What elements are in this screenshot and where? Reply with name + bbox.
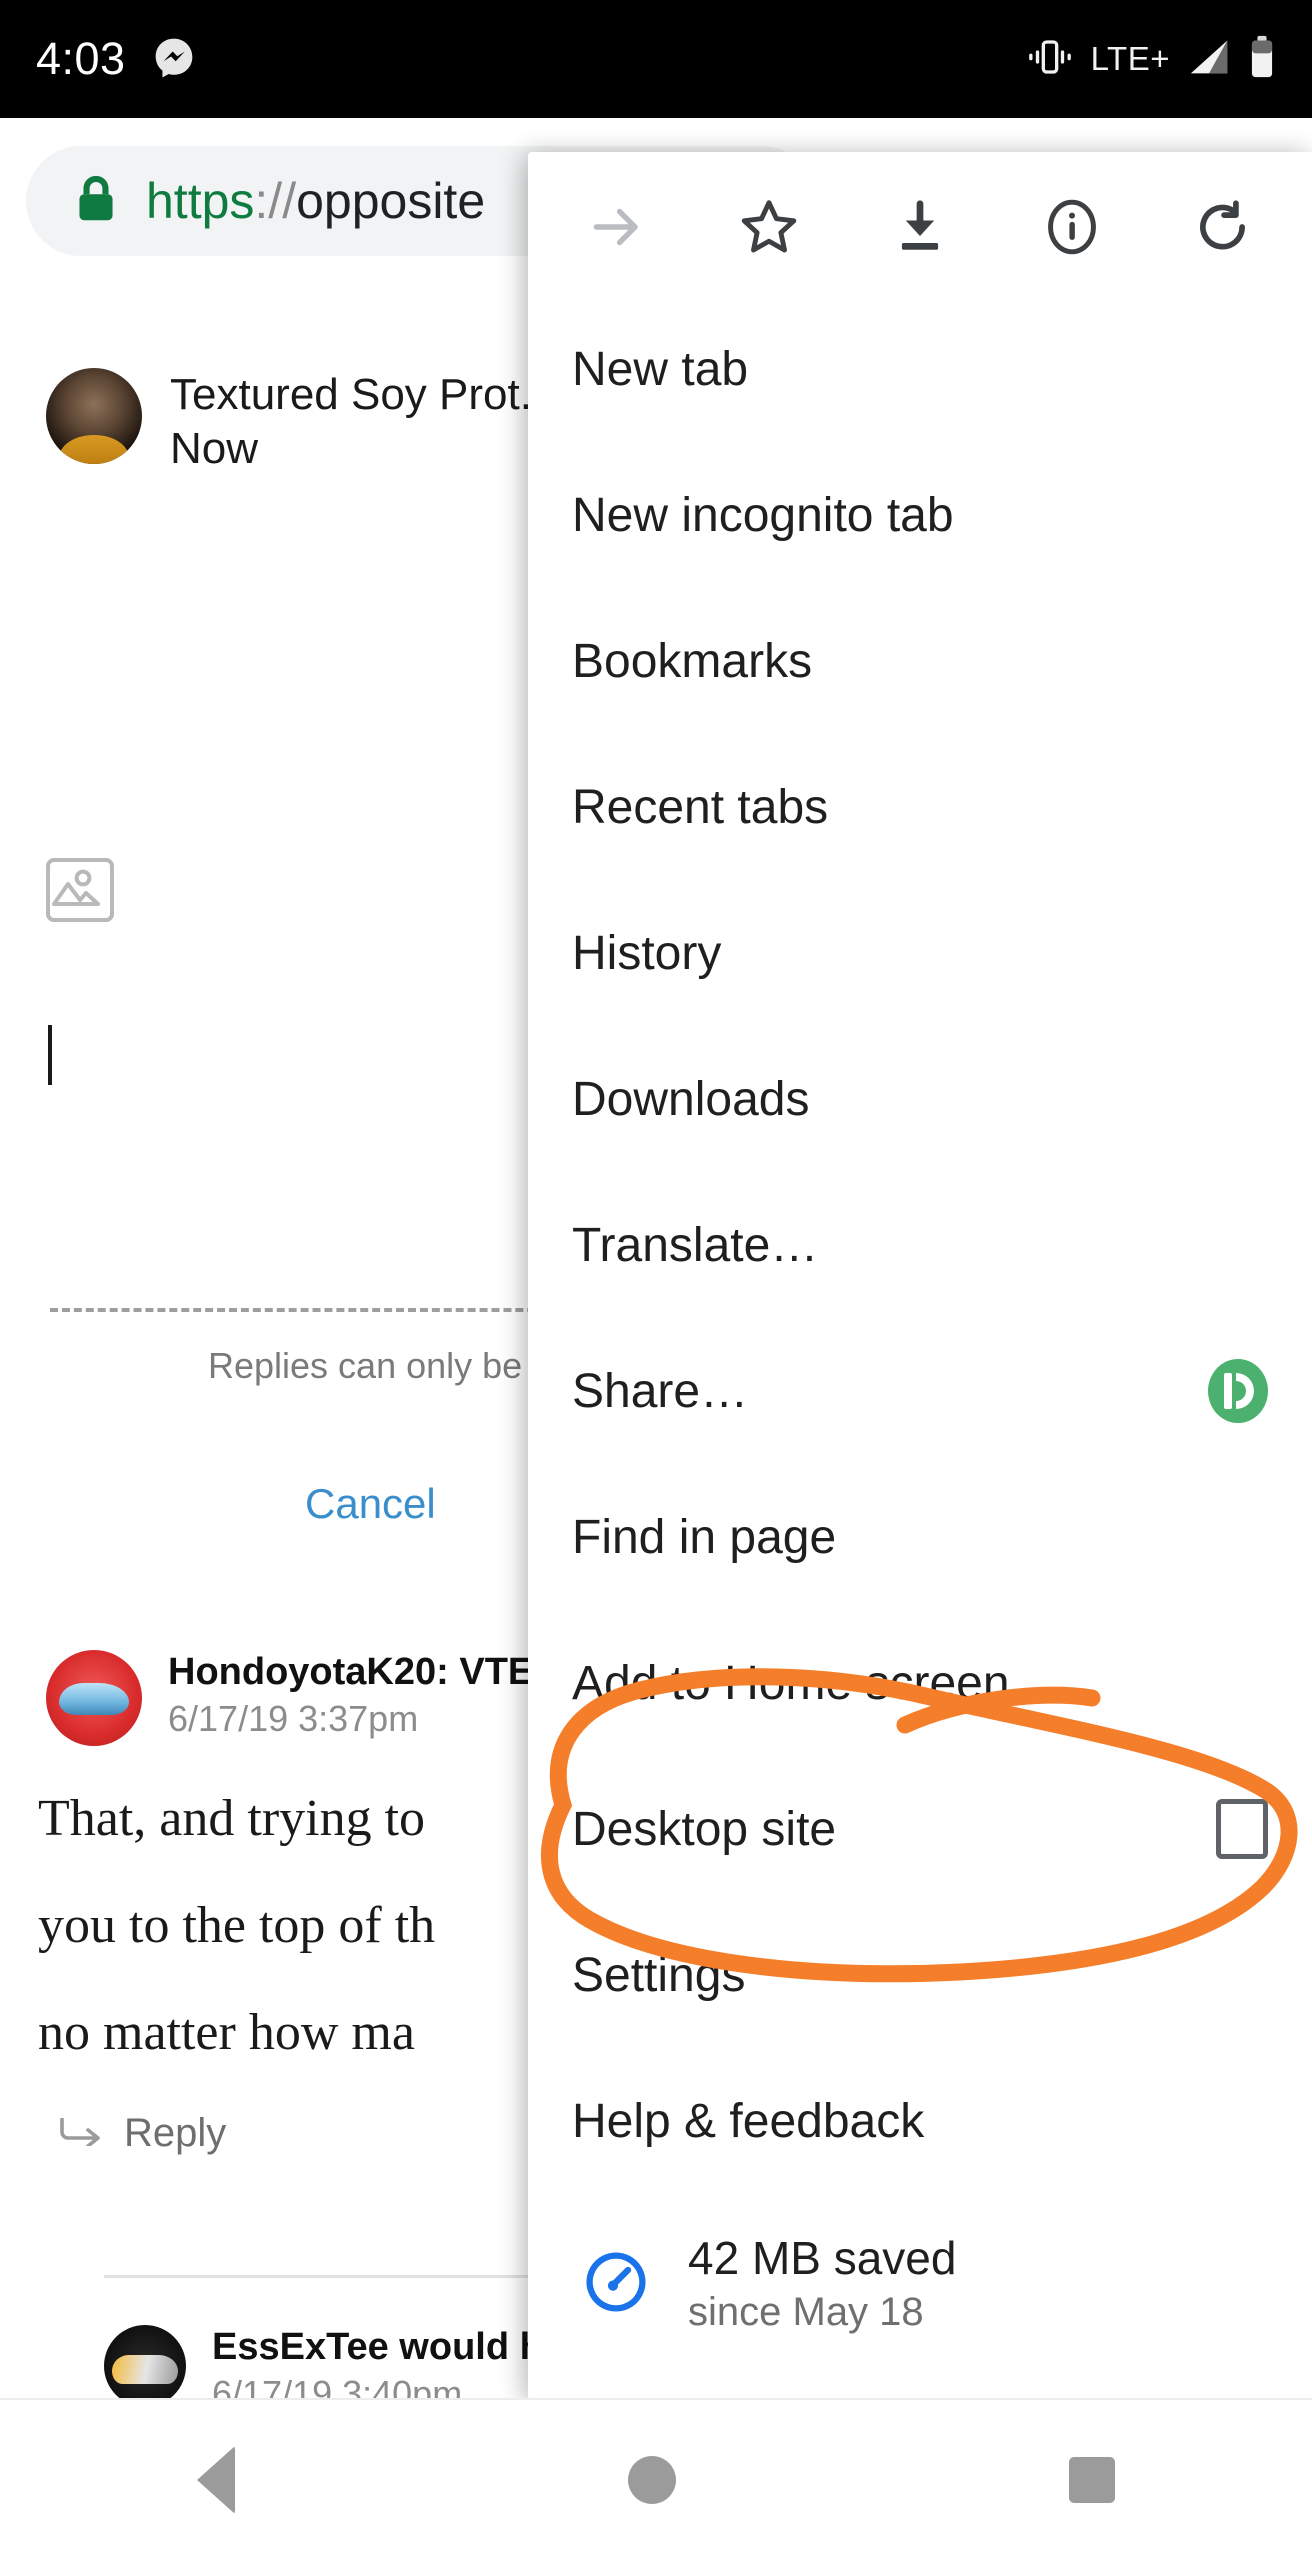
menu-item-bookmarks[interactable]: Bookmarks <box>528 588 1312 734</box>
menu-item-label: Add to Home screen <box>572 1656 1010 1710</box>
menu-item-settings[interactable]: Settings <box>528 1902 1312 2048</box>
reply-text-caret <box>48 1025 52 1085</box>
menu-icon-row <box>528 152 1312 296</box>
comment-timestamp: 6/17/19 3:40pm <box>212 2372 463 2400</box>
recents-square-icon[interactable] <box>1069 2457 1116 2503</box>
menu-item-label: Settings <box>572 1948 746 2002</box>
menu-item-label: Help & feedback <box>572 2094 925 2148</box>
comment-author[interactable]: HondoyotaK20: VTEC <box>168 1650 561 1696</box>
blue-car-avatar[interactable] <box>46 1650 142 1746</box>
messenger-icon <box>152 35 196 84</box>
worf-avatar[interactable] <box>46 368 142 464</box>
comment-timestamp: 6/17/19 3:37pm <box>168 1697 419 1739</box>
reply-label: Reply <box>124 2111 227 2156</box>
comment-meta: HondoyotaK20: VTEC 6/17/19 3:37pm <box>168 1650 561 1742</box>
replies-restriction-note: Replies can only be <box>208 1345 523 1386</box>
post-header: Textured Soy Prot... Now <box>46 368 556 475</box>
pocket-icon[interactable] <box>1208 1359 1268 1423</box>
omnibox-url-text: https://opposite <box>146 172 485 230</box>
desktop-site-checkbox[interactable] <box>1216 1799 1268 1859</box>
data-saver-gauge-icon <box>580 2246 652 2323</box>
muscle-car-avatar[interactable] <box>104 2325 186 2400</box>
android-nav-bar <box>0 2398 1312 2560</box>
forward-arrow-icon[interactable] <box>574 184 660 270</box>
menu-item-history[interactable]: History <box>528 880 1312 1026</box>
battery-icon <box>1248 35 1276 84</box>
reply-arrow-icon <box>58 2111 102 2156</box>
menu-item-label: History <box>572 926 722 980</box>
reload-icon[interactable] <box>1180 184 1266 270</box>
status-bar-right: LTE+ <box>1025 35 1276 84</box>
network-type-label: LTE+ <box>1090 40 1170 77</box>
post-author: Textured Soy Prot... <box>170 370 557 419</box>
signal-bars-icon <box>1186 37 1232 82</box>
menu-item-label: Desktop site <box>572 1802 837 1856</box>
comment-author[interactable]: EssExTee would ha <box>212 2325 564 2371</box>
status-time: 4:03 <box>36 33 126 84</box>
menu-item-help-and-feedback[interactable]: Help & feedback <box>528 2048 1312 2194</box>
menu-item-find-in-page[interactable]: Find in page <box>528 1464 1312 1610</box>
post-meta: Textured Soy Prot... Now <box>170 368 556 475</box>
menu-item-label: Downloads <box>572 1072 810 1126</box>
menu-item-label: Find in page <box>572 1510 837 1564</box>
menu-item-trailing <box>1208 1359 1268 1423</box>
page-info-icon[interactable] <box>1029 184 1115 270</box>
post-timestamp: Now <box>170 423 259 473</box>
lock-icon <box>74 173 118 230</box>
url-scheme: https <box>146 173 255 229</box>
chrome-overflow-menu: New tab New incognito tab Bookmarks Rece… <box>528 152 1312 2400</box>
data-saved-amount: 42 MB saved <box>688 2232 957 2284</box>
home-circle-icon[interactable] <box>627 2456 676 2504</box>
status-bar: 4:03 LTE+ <box>0 0 1312 118</box>
status-bar-left: 4:03 <box>36 33 196 85</box>
menu-item-translate[interactable]: Translate… <box>528 1172 1312 1318</box>
menu-item-label: Recent tabs <box>572 780 829 834</box>
menu-item-new-tab[interactable]: New tab <box>528 296 1312 442</box>
menu-item-downloads[interactable]: Downloads <box>528 1026 1312 1172</box>
url-host: opposite <box>296 173 486 229</box>
menu-item-label: Bookmarks <box>572 634 813 688</box>
menu-item-recent-tabs[interactable]: Recent tabs <box>528 734 1312 880</box>
data-saver-text: 42 MB saved since May 18 <box>688 2230 956 2338</box>
download-icon[interactable] <box>877 184 963 270</box>
menu-item-add-to-home-screen[interactable]: Add to Home screen <box>528 1610 1312 1756</box>
menu-item-label: New tab <box>572 342 749 396</box>
broken-image-icon <box>46 858 114 922</box>
cancel-button[interactable]: Cancel <box>305 1480 436 1528</box>
menu-item-desktop-site[interactable]: Desktop site <box>528 1756 1312 1902</box>
menu-item-trailing <box>1216 1799 1268 1859</box>
menu-item-label: Translate… <box>572 1218 819 1272</box>
menu-item-list: New tab New incognito tab Bookmarks Rece… <box>528 296 1312 2194</box>
url-separator: :// <box>254 173 297 229</box>
menu-item-label: Share… <box>572 1364 749 1418</box>
menu-item-share[interactable]: Share… <box>528 1318 1312 1464</box>
comment-meta: EssExTee would ha 6/17/19 3:40pm <box>212 2325 564 2400</box>
vibrate-icon <box>1025 36 1075 83</box>
star-icon[interactable] <box>726 184 812 270</box>
menu-item-new-incognito-tab[interactable]: New incognito tab <box>528 442 1312 588</box>
back-triangle-icon[interactable] <box>196 2446 235 2514</box>
menu-item-label: New incognito tab <box>572 488 954 542</box>
data-saver-row[interactable]: 42 MB saved since May 18 <box>528 2194 1312 2338</box>
data-saved-since: since May 18 <box>688 2290 924 2335</box>
